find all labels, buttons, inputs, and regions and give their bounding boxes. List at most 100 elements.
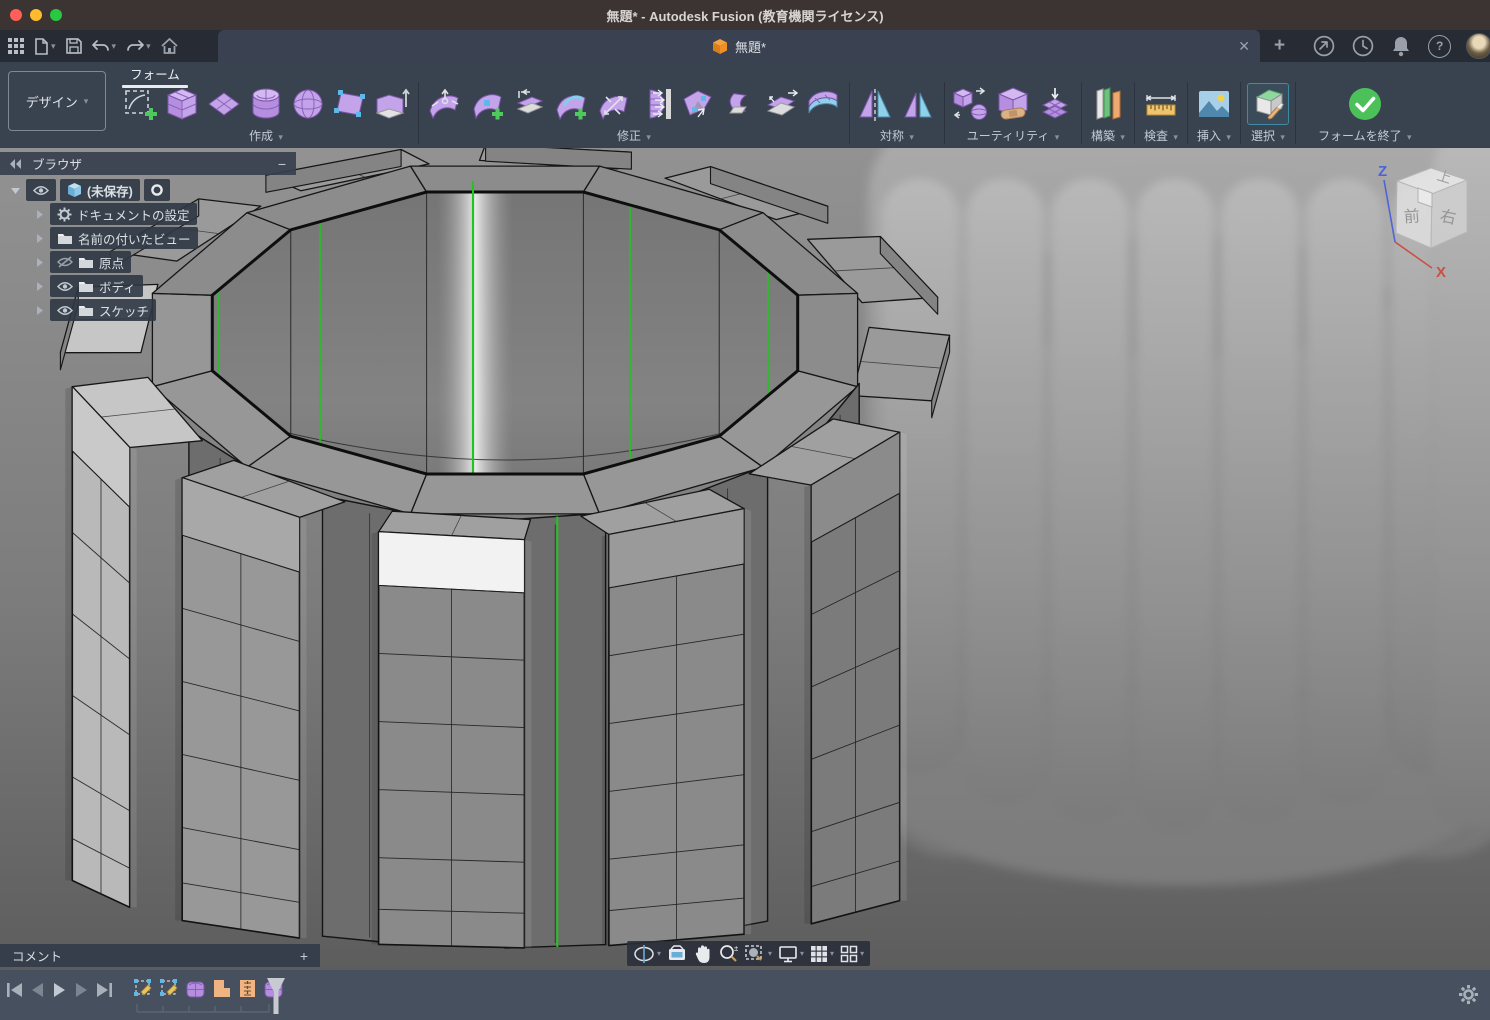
chevron-down-icon[interactable] [8,183,22,197]
user-avatar[interactable] [1466,33,1490,59]
timeline-settings-button[interactable] [1457,983,1480,1006]
add-comment-button[interactable]: + [300,948,308,964]
chevron-right-icon[interactable] [32,279,46,293]
save-button[interactable] [64,36,84,56]
construct-plane-button[interactable] [1088,84,1128,124]
in-place-edit-icon[interactable] [144,179,170,201]
unweld-edges-button[interactable] [509,84,549,124]
eye-icon[interactable] [57,281,73,292]
create-cylinder-button[interactable] [246,84,286,124]
redo-button[interactable]: ▾ [124,37,153,55]
group-label-construct[interactable]: 構築 ▾ [1091,127,1125,144]
create-plane-button[interactable] [204,84,244,124]
flatten-button[interactable] [635,84,675,124]
browser-item-bodies[interactable]: ボディ [0,275,296,297]
viewport[interactable]: Z X 上 前 右 ブラウザ − [0,148,1490,970]
bridge-button[interactable] [719,84,759,124]
eye-off-icon[interactable] [57,256,73,268]
collapse-panel-icon[interactable] [10,159,22,169]
mirror-internal-button[interactable] [856,84,896,124]
finish-form-button[interactable] [1345,84,1385,124]
grid-settings-button[interactable]: ▾ [809,944,835,964]
create-box-button[interactable] [162,84,202,124]
new-tab-button[interactable]: + [1274,35,1285,57]
create-quadball-button[interactable] [288,84,328,124]
crease-button[interactable] [761,84,801,124]
extensions-icon [1313,35,1335,57]
create-face-button[interactable] [330,84,370,124]
file-menu-button[interactable]: ▾ [32,36,58,57]
browser-minimize-button[interactable]: − [278,156,286,172]
play-button[interactable] [52,982,67,998]
viewports-button[interactable]: ▾ [839,944,865,964]
create-extrude-button[interactable] [372,84,412,124]
edit-form-button[interactable] [425,84,465,124]
extensions-button[interactable] [1311,33,1337,59]
repair-body-button[interactable] [993,84,1033,124]
group-label-utility[interactable]: ユーティリティ ▾ [967,127,1059,144]
browser-item-document-settings[interactable]: ドキュメントの設定 [0,203,296,225]
browser-item-sketches[interactable]: スケッチ [0,299,296,321]
browser-item-named-views[interactable]: 名前の付いたビュー [0,227,296,249]
zoom-button[interactable]: ± [717,943,739,965]
group-label-symmetry[interactable]: 対称 ▾ [880,127,914,144]
display-mode-button[interactable] [1035,84,1075,124]
group-label-inspect[interactable]: 検査 ▾ [1144,127,1178,144]
insert-point-button[interactable] [467,84,507,124]
chevron-right-icon[interactable] [32,231,46,245]
timeline-stitch-feature[interactable] [237,978,258,999]
home-button[interactable] [159,36,180,56]
workspace-switcher[interactable]: デザイン ▾ [8,71,106,131]
browser-root-row[interactable]: (未保存) [0,179,296,201]
convert-button[interactable] [951,84,991,124]
timeline-sketch-feature-1[interactable] [133,978,154,999]
comments-bar[interactable]: コメント + [0,944,320,967]
timeline-form-feature-1[interactable] [185,978,206,999]
notifications-button[interactable] [1389,33,1413,59]
chevron-right-icon[interactable] [32,303,46,317]
step-back-button[interactable] [30,982,45,998]
display-settings-button[interactable]: ▾ [777,944,805,964]
group-label-insert[interactable]: 挿入 ▾ [1197,127,1231,144]
orbit-button[interactable]: ▾ [632,943,662,965]
look-at-button[interactable] [666,944,688,964]
timeline-playhead[interactable] [266,978,286,1019]
select-tool-button[interactable] [1247,83,1289,125]
group-label-modify[interactable]: 修正 ▾ [617,127,651,144]
chevron-right-icon[interactable] [32,255,46,269]
eye-icon[interactable] [57,305,73,316]
window-zoom-button[interactable]: ▾ [743,943,773,965]
root-document-item[interactable]: (未保存) [60,179,140,201]
root-visibility-toggle[interactable] [26,179,56,201]
close-tab-button[interactable]: ✕ [1238,38,1250,55]
display-settings-icon [778,945,798,963]
job-status-button[interactable] [1350,33,1376,59]
create-sketch-button[interactable] [120,84,160,124]
pan-button[interactable] [692,943,713,965]
window-title: 無題* - Autodesk Fusion (教育機関ライセンス) [0,6,1490,25]
view-cube[interactable]: Z X 上 前 右 [1368,150,1480,286]
browser-item-origin[interactable]: 原点 [0,251,296,273]
step-forward-button[interactable] [74,982,89,998]
subdivide-button[interactable] [593,84,633,124]
group-label-create[interactable]: 作成 ▾ [249,127,283,144]
timeline-face-feature[interactable] [211,978,232,999]
timeline-sketch-feature-2[interactable] [159,978,180,999]
go-to-start-button[interactable] [6,982,23,998]
help-button[interactable]: ? [1426,33,1453,60]
measure-icon [1142,85,1180,123]
measure-button[interactable] [1141,84,1181,124]
chevron-right-icon[interactable] [32,207,46,221]
app-grid-button[interactable] [6,36,26,56]
group-label-select[interactable]: 選択 ▾ [1251,127,1285,144]
group-label-finish-form[interactable]: フォームを終了 ▾ [1318,127,1412,144]
document-tab[interactable]: 無題* ✕ [218,30,1260,62]
insert-canvas-button[interactable] [1194,84,1234,124]
thicken-button[interactable] [803,84,843,124]
mirror-duplicate-button[interactable] [898,84,938,124]
undo-button[interactable]: ▾ [90,37,119,55]
insert-edge-button[interactable] [551,84,591,124]
convert-icon [952,85,990,123]
weld-vertices-button[interactable] [677,84,717,124]
go-to-end-button[interactable] [96,982,113,998]
